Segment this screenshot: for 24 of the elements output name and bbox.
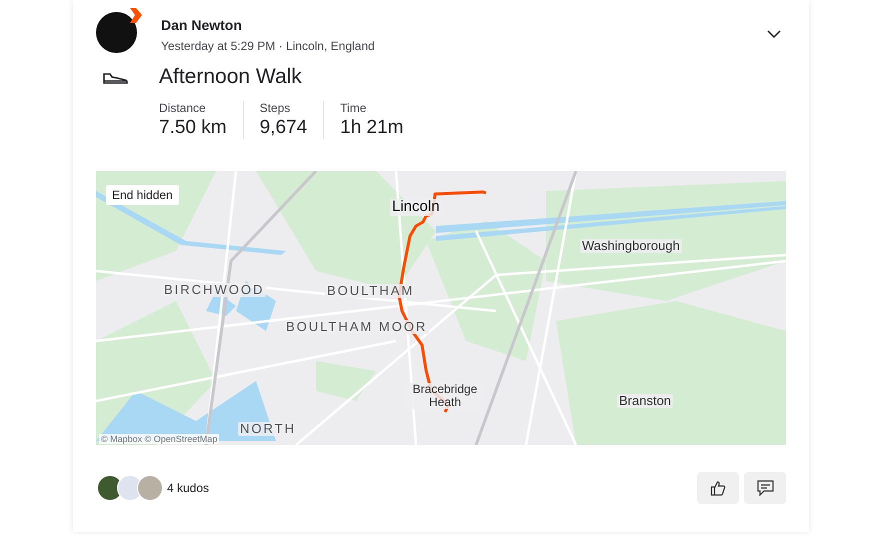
map-place-label: Washingborough [580,239,682,254]
map-place-label: Branston [617,394,674,408]
map-place-label: BOULTHAM MOOR [284,320,430,334]
stat-value: 1h 21m [340,117,404,139]
chevron-badge-icon [127,8,142,23]
stat-value: 7.50 km [159,117,227,139]
activity-meta: Yesterday at 5:29 PM · Lincoln, England [161,39,376,53]
stat-label: Time [340,101,368,115]
athlete-name[interactable]: Dan Newton [161,17,742,33]
route-map[interactable]: Lincoln Washingborough BIRCHWOOD BOULTHAM BOULTHAM MOOR NORTH Bracebridge Heath Branston End hidden © Mapbox © OpenStreetMap [96,171,786,445]
thumbs-up-icon [710,480,726,496]
kudos-count[interactable]: 4 kudos [167,481,210,495]
end-hidden-badge: End hidden [106,185,179,205]
stat-value: 9,674 [260,117,308,139]
stat-label: Steps [260,101,292,115]
kudos-button[interactable] [697,472,739,504]
avatar-photo[interactable] [96,12,137,53]
activity-title[interactable]: Afternoon Walk [159,65,302,89]
map-place-label: Lincoln [390,199,442,216]
map-place-label: BIRCHWOOD [162,283,266,298]
map-attribution[interactable]: © Mapbox © OpenStreetMap [99,434,220,444]
comment-icon [756,480,774,496]
stat-label: Distance [159,101,207,115]
comment-button[interactable] [744,472,786,504]
